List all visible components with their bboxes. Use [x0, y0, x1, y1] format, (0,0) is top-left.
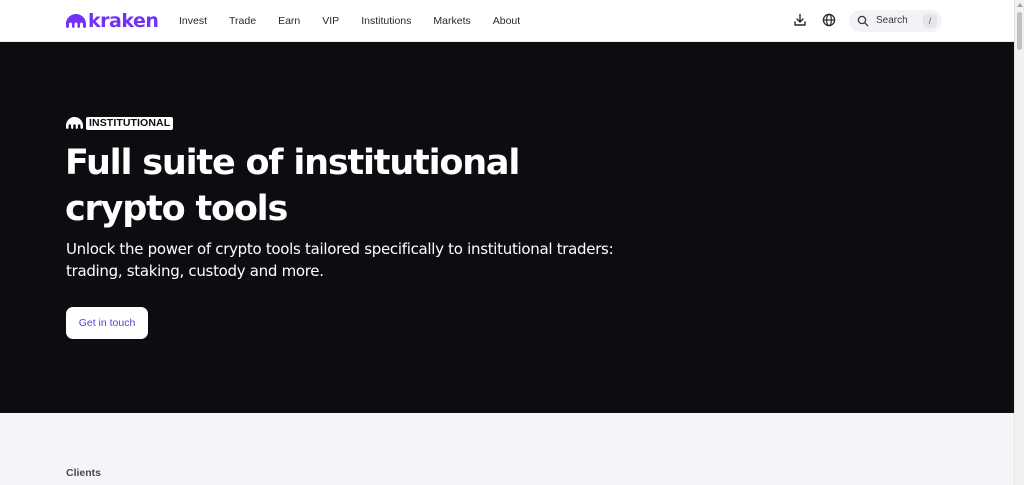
clients-heading: Clients — [66, 467, 102, 479]
hero-subtitle: Unlock the power of crypto tools tailore… — [66, 238, 646, 282]
top-nav-bar: kraken Invest Trade Earn VIP Institution… — [0, 0, 1014, 42]
main-nav: Invest Trade Earn VIP Institutions Marke… — [179, 13, 542, 29]
nav-earn[interactable]: Earn — [278, 13, 300, 29]
logo-wordmark: kraken — [88, 10, 159, 32]
page: kraken Invest Trade Earn VIP Institution… — [0, 0, 1014, 485]
badge-label: INSTITUTIONAL — [86, 116, 174, 130]
download-icon[interactable] — [793, 13, 807, 27]
nav-invest[interactable]: Invest — [179, 13, 207, 29]
scroll-up-arrow-icon[interactable] — [1017, 3, 1023, 7]
clients-section: Clients — [0, 413, 1014, 485]
hero-title-line-1: Full suite of institutional — [65, 143, 520, 183]
kraken-mark-icon — [66, 117, 83, 129]
page-scrollbar[interactable] — [1014, 0, 1024, 485]
search-box[interactable]: Search / — [849, 10, 942, 32]
nav-trade[interactable]: Trade — [229, 13, 256, 29]
get-in-touch-button[interactable]: Get in touch — [66, 307, 148, 339]
institutional-badge: INSTITUTIONAL — [66, 116, 174, 130]
hero-subtitle-line-1: Unlock the power of crypto tools tailore… — [66, 240, 614, 258]
search-icon — [857, 15, 869, 27]
globe-icon[interactable] — [822, 13, 836, 27]
hero-title: Full suite of institutional crypto tools — [65, 140, 585, 232]
search-label: Search — [876, 15, 908, 26]
nav-vip[interactable]: VIP — [322, 13, 339, 29]
hero-section: INSTITUTIONAL Full suite of institutiona… — [0, 42, 1014, 413]
hero-subtitle-line-2: trading, staking, custody and more. — [66, 262, 324, 280]
nav-markets[interactable]: Markets — [433, 13, 470, 29]
search-shortcut-key: / — [923, 14, 937, 28]
kraken-logo-icon — [66, 14, 86, 28]
scrollbar-thumb[interactable] — [1017, 12, 1022, 50]
kraken-logo[interactable]: kraken — [66, 9, 159, 33]
nav-about[interactable]: About — [493, 13, 520, 29]
hero-title-line-2: crypto tools — [65, 189, 288, 229]
nav-institutions[interactable]: Institutions — [361, 13, 411, 29]
